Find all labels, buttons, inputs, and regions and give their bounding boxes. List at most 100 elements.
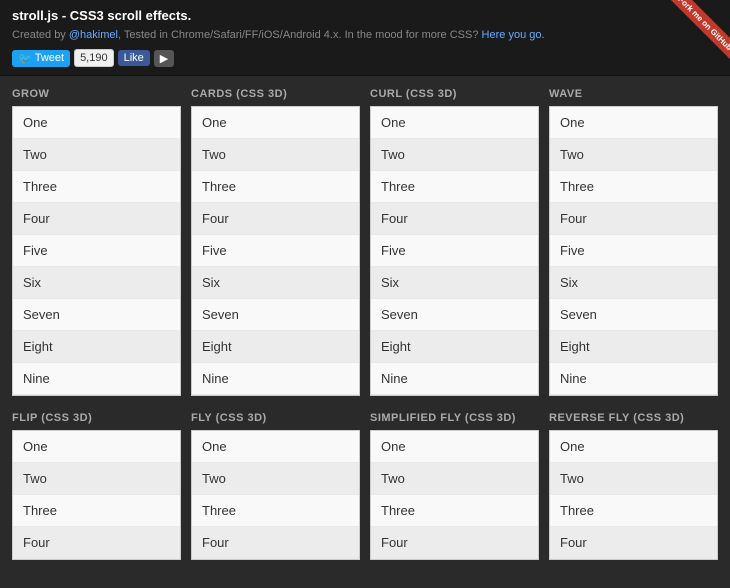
panel-simplified-fly: SIMPLIFIED FLY (CSS 3D) OneTwoThreeFourFi… [370, 412, 539, 560]
panel-title-reverse-fly: REVERSE FLY (CSS 3D) [549, 412, 718, 424]
list-item: Four [550, 203, 717, 235]
list-item: Nine [13, 363, 180, 395]
list-item: Seven [550, 299, 717, 331]
list-item: Four [192, 203, 359, 235]
list-item: Eight [192, 331, 359, 363]
list-item: Five [550, 235, 717, 267]
title-text: stroll.js - CSS3 scroll effects. [12, 8, 191, 23]
panel-curl: CURL (CSS 3D) OneTwoThreeFourFiveSixSeven… [370, 88, 539, 396]
list-item: Five [13, 235, 180, 267]
panel-title-grow: GROW [12, 88, 181, 100]
list-item: One [192, 431, 359, 463]
list-item: Five [192, 235, 359, 267]
list-item: Two [550, 139, 717, 171]
list-item: Eight [13, 331, 180, 363]
list-item: Seven [371, 299, 538, 331]
desc-created: Created by [12, 29, 69, 41]
list-item: Two [192, 463, 359, 495]
list-container-flip[interactable]: OneTwoThreeFourFiveSix [12, 430, 181, 560]
list-item: Ten [13, 395, 180, 396]
list-item: Four [13, 527, 180, 559]
list-item: Five [371, 559, 538, 560]
list-item: Three [371, 171, 538, 203]
list-item: Ten [550, 395, 717, 396]
panel-title-curl: CURL (CSS 3D) [370, 88, 539, 100]
list-item: Two [13, 463, 180, 495]
list-item: Seven [192, 299, 359, 331]
panel-title-cards: CARDS (CSS 3D) [191, 88, 360, 100]
panel-reverse-fly: REVERSE FLY (CSS 3D) OneTwoThreeFourFiveS… [549, 412, 718, 560]
list-item: Nine [550, 363, 717, 395]
panel-title-flip: FLIP (CSS 3D) [12, 412, 181, 424]
desc-tested: Tested in Chrome/Safari/FF/iOS/Android 4… [124, 29, 479, 41]
list-item: Nine [192, 363, 359, 395]
main-content: GROWOneTwoThreeFourFiveSixSevenEightNine… [0, 76, 730, 588]
list-item: Two [371, 139, 538, 171]
list-item: Eight [371, 331, 538, 363]
list-item: Four [550, 527, 717, 559]
list-item: Four [13, 203, 180, 235]
list-item: One [550, 107, 717, 139]
list-item: Five [13, 559, 180, 560]
list-container-fly[interactable]: OneTwoThreeFourFiveSix [191, 430, 360, 560]
list-container-simplified-fly[interactable]: OneTwoThreeFourFiveSix [370, 430, 539, 560]
social-buttons: 🐦 Tweet 5,190 Like ▶ [12, 49, 174, 67]
list-item: One [192, 107, 359, 139]
list-item: Seven [13, 299, 180, 331]
panel-wave: WAVE OneTwoThreeFourFiveSixSevenEightNine… [549, 88, 718, 396]
list-item: Two [192, 139, 359, 171]
list-item: Five [371, 235, 538, 267]
list-item: Two [371, 463, 538, 495]
list-container-curl[interactable]: OneTwoThreeFourFiveSixSevenEightNineTenE… [370, 106, 539, 396]
list-item: Six [13, 267, 180, 299]
list-container-wave[interactable]: OneTwoThreeFourFiveSixSevenEightNineTenE… [549, 106, 718, 396]
list-container-reverse-fly[interactable]: OneTwoThreeFourFiveSix [549, 430, 718, 560]
tweet-label: Tweet [35, 52, 64, 64]
list-item: Four [371, 527, 538, 559]
list-item: One [371, 107, 538, 139]
like-label: Like [124, 52, 144, 64]
list-item: Three [13, 171, 180, 203]
list-item: One [13, 431, 180, 463]
list-item: Six [192, 267, 359, 299]
top-panel-row: GROWOneTwoThreeFourFiveSixSevenEightNine… [12, 88, 718, 396]
github-ribbon[interactable] [652, 0, 730, 78]
list-item: Eight [550, 331, 717, 363]
panel-title-fly: FLY (CSS 3D) [191, 412, 360, 424]
list-item: One [550, 431, 717, 463]
list-item: Two [13, 139, 180, 171]
page-header: stroll.js - CSS3 scroll effects. Created… [0, 0, 730, 76]
header-description: Created by @hakimel, Tested in Chrome/Sa… [12, 29, 545, 41]
panel-cards: CARDS (CSS 3D) OneTwoThreeFourFiveSixSeve… [191, 88, 360, 396]
list-container-cards[interactable]: OneTwoThreeFourFiveSixSevenEightNineTenE… [191, 106, 360, 396]
author-link[interactable]: @hakimel [69, 29, 118, 41]
list-item: One [13, 107, 180, 139]
list-item: Two [550, 463, 717, 495]
panel-title-simplified-fly: SIMPLIFIED FLY (CSS 3D) [370, 412, 539, 424]
list-item: Four [371, 203, 538, 235]
bottom-panel-row: FLIP (CSS 3D)OneTwoThreeFourFiveSixFLY (… [12, 412, 718, 560]
more-css-link[interactable]: Here you go. [482, 29, 545, 41]
list-item: Six [371, 267, 538, 299]
list-item: Four [192, 527, 359, 559]
page-title: stroll.js - CSS3 scroll effects. [12, 8, 191, 23]
tweet-icon: 🐦 [18, 52, 32, 65]
list-item: Six [550, 267, 717, 299]
list-container-grow[interactable]: OneTwoThreeFourFiveSixSevenEightNineTenE… [12, 106, 181, 396]
share-icon: ▶ [160, 53, 168, 65]
list-item: Five [550, 559, 717, 560]
list-item: One [371, 431, 538, 463]
panel-fly: FLY (CSS 3D) OneTwoThreeFourFiveSix [191, 412, 360, 560]
like-button[interactable]: Like [118, 50, 150, 66]
list-item: Nine [371, 363, 538, 395]
share-button[interactable]: ▶ [154, 50, 174, 67]
list-item: Five [192, 559, 359, 560]
panel-grow: GROW OneTwoThreeFourFiveSixSevenEightNine… [12, 88, 181, 396]
panel-title-wave: WAVE [549, 88, 718, 100]
panel-flip: FLIP (CSS 3D) OneTwoThreeFourFiveSix [12, 412, 181, 560]
list-item: Three [550, 171, 717, 203]
list-item: Ten [371, 395, 538, 396]
tweet-button[interactable]: 🐦 Tweet [12, 50, 70, 67]
list-item: Ten [192, 395, 359, 396]
list-item: Three [192, 171, 359, 203]
